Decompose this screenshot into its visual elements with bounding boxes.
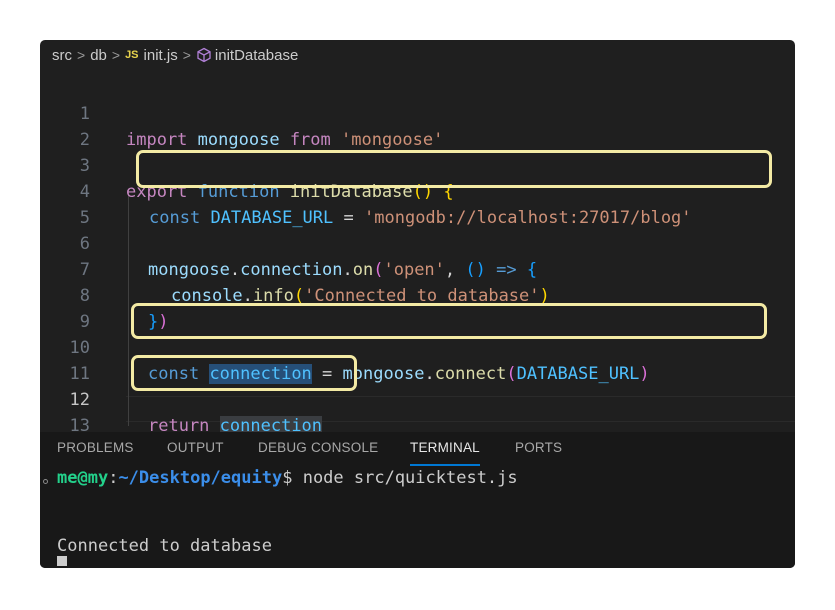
chevron-right-icon: > <box>77 47 86 63</box>
code-line-2[interactable]: 2 <box>40 101 795 150</box>
breadcrumb-db[interactable]: db <box>90 47 107 64</box>
tab-problems[interactable]: PROBLEMS <box>57 432 134 466</box>
highlight-box-connect <box>131 303 767 339</box>
breadcrumb-symbol[interactable]: initDatabase <box>215 47 298 64</box>
highlight-box-return <box>131 355 357 391</box>
javascript-file-icon: JS <box>125 49 139 61</box>
terminal[interactable]: me@my:~/Desktop/equity$ node src/quickte… <box>40 468 795 568</box>
symbol-method-icon <box>197 47 211 63</box>
code-line-7[interactable]: 7 console.info('Connected to database') <box>40 231 795 306</box>
panel-tabs: PROBLEMS OUTPUT DEBUG CONSOLE TERMINAL P… <box>40 432 795 466</box>
chevron-right-icon: > <box>182 47 191 63</box>
tab-output[interactable]: OUTPUT <box>167 432 224 466</box>
terminal-prompt-line: me@my:~/Desktop/equity$ node src/quickte… <box>57 468 518 488</box>
tab-ports[interactable]: PORTS <box>515 432 562 466</box>
command-decoration-icon <box>43 479 48 484</box>
terminal-cursor <box>57 556 67 566</box>
terminal-output-line: Connected to database <box>57 536 272 556</box>
code-line-8[interactable]: 8 }) <box>40 257 795 332</box>
breadcrumb-src[interactable]: src <box>52 47 72 64</box>
tab-terminal[interactable]: TERMINAL <box>410 432 480 466</box>
bottom-panel: PROBLEMS OUTPUT DEBUG CONSOLE TERMINAL P… <box>40 432 795 568</box>
highlight-box-database-url <box>136 150 772 188</box>
breadcrumb-file[interactable]: init.js <box>144 47 178 64</box>
breadcrumb: src > db > JS init.js > initDatabase <box>40 40 795 70</box>
code-line-6[interactable]: 6 mongoose.connection.on('open', () => { <box>40 205 795 280</box>
tab-debug-console[interactable]: DEBUG CONSOLE <box>258 432 378 466</box>
code-line-1[interactable]: 1 import mongoose from 'mongoose' <box>40 75 795 150</box>
chevron-right-icon: > <box>111 47 121 63</box>
editor-window: src > db > JS init.js > initDatabase 1 i… <box>40 40 795 568</box>
